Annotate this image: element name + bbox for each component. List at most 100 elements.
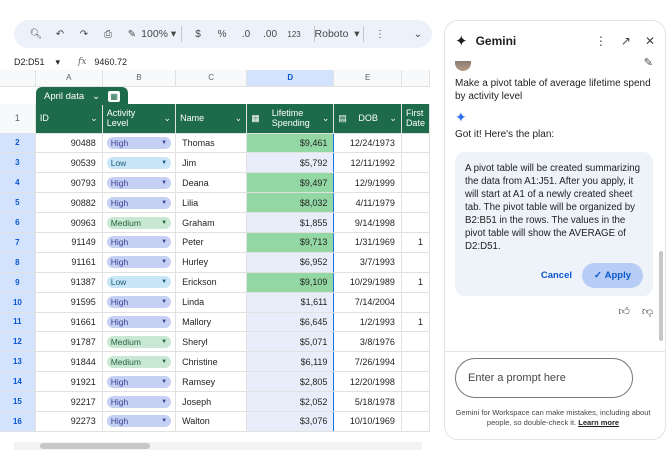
row-header[interactable]: 14 bbox=[0, 371, 36, 393]
cell-name[interactable]: Joseph bbox=[175, 391, 248, 412]
cell-lifetime-spending[interactable]: $6,119 bbox=[246, 351, 335, 373]
chevron-down-icon[interactable]: ⌄ bbox=[408, 23, 428, 45]
cell-name[interactable]: Ramsey bbox=[175, 371, 248, 393]
cell-activity-level[interactable]: Medium ▼ bbox=[102, 212, 177, 233]
cell-lifetime-spending[interactable]: $1,855 bbox=[246, 212, 335, 233]
cell-id[interactable]: 91149 bbox=[35, 232, 103, 253]
cell-dob[interactable]: 1/31/1969 bbox=[333, 232, 402, 253]
cell-dob[interactable]: 9/14/1998 bbox=[333, 212, 402, 233]
cell-activity-level[interactable]: Low ▼ bbox=[102, 272, 177, 293]
row-header[interactable]: 11 bbox=[0, 312, 36, 333]
horizontal-scrollbar[interactable] bbox=[14, 442, 422, 450]
undo-icon[interactable]: ↶ bbox=[50, 23, 70, 45]
cell-first-date[interactable] bbox=[401, 192, 430, 214]
select-all-corner[interactable] bbox=[0, 70, 36, 87]
cell-lifetime-spending[interactable]: $9,713 bbox=[246, 232, 335, 253]
cell-name[interactable]: Mallory bbox=[175, 312, 248, 333]
decrease-decimal-button[interactable]: .0 bbox=[236, 23, 256, 45]
cell-id[interactable]: 91844 bbox=[35, 351, 103, 373]
cell-activity-level[interactable]: High ▼ bbox=[102, 172, 177, 194]
table-name-tab[interactable]: April data ⌄ ▦ bbox=[36, 87, 129, 105]
row-header[interactable]: 7 bbox=[0, 232, 36, 253]
cell-first-date[interactable] bbox=[401, 172, 430, 194]
cell-activity-level[interactable]: High ▼ bbox=[102, 312, 177, 333]
cell-name[interactable]: Jim bbox=[175, 152, 248, 174]
zoom-select[interactable]: 100% ▾ bbox=[141, 23, 176, 45]
cell-id[interactable]: 91661 bbox=[35, 312, 103, 333]
cell-first-date[interactable] bbox=[401, 212, 430, 233]
cell-name[interactable]: Sheryl bbox=[175, 331, 248, 353]
cell-id[interactable]: 90793 bbox=[35, 172, 103, 194]
cell-first-date[interactable] bbox=[401, 411, 430, 432]
cell-dob[interactable]: 4/11/1979 bbox=[333, 192, 402, 214]
column-header[interactable]: B bbox=[102, 70, 177, 87]
cell-dob[interactable]: 10/29/1989 bbox=[333, 272, 402, 293]
cell-name[interactable]: Peter bbox=[175, 232, 248, 253]
print-icon[interactable]: ⎙ bbox=[98, 23, 118, 45]
cell-dob[interactable]: 5/18/1978 bbox=[333, 391, 402, 412]
cell-first-date[interactable] bbox=[401, 391, 430, 412]
cell-first-date[interactable]: 1 bbox=[401, 232, 430, 253]
cell-lifetime-spending[interactable]: $1,611 bbox=[246, 292, 335, 313]
cell-lifetime-spending[interactable]: $5,071 bbox=[246, 331, 335, 353]
edit-icon[interactable]: ✎ bbox=[644, 57, 653, 70]
column-header[interactable] bbox=[401, 70, 430, 87]
cell-dob[interactable]: 1/2/1993 bbox=[333, 312, 402, 333]
row-header[interactable]: 1 bbox=[0, 104, 36, 134]
cell-name[interactable]: Walton bbox=[175, 411, 248, 432]
cell-name[interactable]: Christine bbox=[175, 351, 248, 373]
column-header[interactable]: E bbox=[333, 70, 402, 87]
cell-lifetime-spending[interactable]: $9,461 bbox=[246, 133, 335, 154]
cell-lifetime-spending[interactable]: $9,497 bbox=[246, 172, 335, 194]
column-header[interactable]: C bbox=[175, 70, 248, 87]
cell-name[interactable]: Deana bbox=[175, 172, 248, 194]
header-dob[interactable]: ▤ DOB ⌄ bbox=[333, 104, 402, 134]
level-chip[interactable]: High ▼ bbox=[106, 395, 172, 408]
cell-first-date[interactable]: 1 bbox=[401, 272, 430, 293]
cell-id[interactable]: 91921 bbox=[35, 371, 103, 393]
cell-activity-level[interactable]: High ▼ bbox=[102, 292, 177, 313]
cell-id[interactable]: 91161 bbox=[35, 252, 103, 273]
cell-first-date[interactable] bbox=[401, 331, 430, 353]
row-header[interactable]: 10 bbox=[0, 292, 36, 313]
cell-first-date[interactable]: 1 bbox=[401, 312, 430, 333]
cell-id[interactable]: 92217 bbox=[35, 391, 103, 412]
thumbs-up-icon[interactable]: 👍︎ bbox=[618, 306, 630, 319]
cell-dob[interactable]: 7/14/2004 bbox=[333, 292, 402, 313]
header-name[interactable]: Name ⌄ bbox=[175, 104, 248, 134]
level-chip[interactable]: High ▼ bbox=[106, 176, 172, 189]
cell-id[interactable]: 92273 bbox=[35, 411, 103, 432]
cell-activity-level[interactable]: High ▼ bbox=[102, 252, 177, 273]
cell-name[interactable]: Erickson bbox=[175, 272, 248, 293]
level-chip[interactable]: Medium ▼ bbox=[106, 335, 172, 348]
currency-button[interactable]: $ bbox=[188, 23, 208, 45]
cell-activity-level[interactable]: Medium ▼ bbox=[102, 351, 177, 373]
cell-activity-level[interactable]: High ▼ bbox=[102, 192, 177, 214]
row-header[interactable]: 6 bbox=[0, 212, 36, 233]
expand-icon[interactable]: ↗ bbox=[621, 34, 631, 48]
table-view-icon[interactable]: ▦ bbox=[108, 90, 121, 102]
cell-lifetime-spending[interactable]: $2,052 bbox=[246, 391, 335, 412]
cell-lifetime-spending[interactable]: $3,076 bbox=[246, 411, 335, 432]
row-header[interactable]: 8 bbox=[0, 252, 36, 273]
panel-scrollbar[interactable] bbox=[659, 251, 663, 341]
header-activity-level[interactable]: Activity Level ⌄ bbox=[102, 104, 177, 134]
row-header[interactable]: 9 bbox=[0, 272, 36, 293]
cell-activity-level[interactable]: Low ▼ bbox=[102, 152, 177, 174]
cell-lifetime-spending[interactable]: $2,805 bbox=[246, 371, 335, 393]
cell-dob[interactable]: 7/26/1994 bbox=[333, 351, 402, 373]
cell-dob[interactable]: 12/9/1999 bbox=[333, 172, 402, 194]
cell-id[interactable]: 91387 bbox=[35, 272, 103, 293]
cell-lifetime-spending[interactable]: $8,032 bbox=[246, 192, 335, 214]
cell-dob[interactable]: 3/7/1993 bbox=[333, 252, 402, 273]
header-id[interactable]: ID ⌄ bbox=[35, 104, 103, 134]
column-header[interactable]: A bbox=[35, 70, 103, 87]
cell-dob[interactable]: 3/8/1976 bbox=[333, 331, 402, 353]
cell-dob[interactable]: 12/20/1998 bbox=[333, 371, 402, 393]
level-chip[interactable]: High ▼ bbox=[106, 415, 172, 428]
cell-id[interactable]: 91787 bbox=[35, 331, 103, 353]
redo-icon[interactable]: ↷ bbox=[74, 23, 94, 45]
cell-dob[interactable]: 12/24/1973 bbox=[333, 133, 402, 154]
cancel-button[interactable]: Cancel bbox=[541, 269, 572, 282]
level-chip[interactable]: High ▼ bbox=[106, 256, 172, 269]
